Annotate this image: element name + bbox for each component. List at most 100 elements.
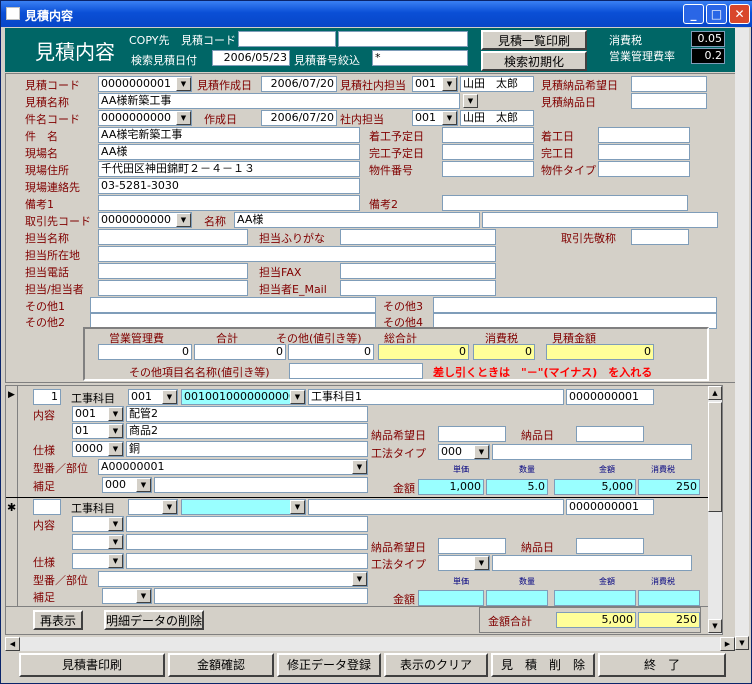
new-work-code-dropdown[interactable]: ▼ <box>162 500 177 514</box>
estimate-code-dropdown[interactable]: ▼ <box>176 77 191 91</box>
new-supp-text-field[interactable] <box>154 588 368 604</box>
other3-field[interactable] <box>433 297 717 313</box>
clear-display-button[interactable]: 表示のクリア <box>384 653 488 677</box>
estimate-name-field[interactable]: AA様新築工事 <box>98 93 460 109</box>
work-full-code-field[interactable]: 0010010000000000 <box>181 389 306 405</box>
row-number-field[interactable]: 1 <box>33 389 61 405</box>
property-type-field[interactable] <box>598 161 690 177</box>
person-tel-field[interactable] <box>98 263 248 279</box>
spec-name-field[interactable]: 銅 <box>126 441 368 457</box>
new-work-full-dropdown[interactable]: ▼ <box>290 500 305 514</box>
wish-date-field[interactable] <box>438 426 506 442</box>
sub-name-field[interactable]: 商品2 <box>126 423 368 439</box>
person-mail-field[interactable] <box>340 280 496 296</box>
person-addr-field[interactable] <box>98 246 496 262</box>
work-right-code-field[interactable]: 0000000001 <box>566 389 654 405</box>
redisplay-button[interactable]: 再表示 <box>33 610 83 630</box>
row-tax-field[interactable]: 250 <box>638 479 700 495</box>
delivery-wish-field[interactable] <box>631 76 707 92</box>
client-code-dropdown[interactable]: ▼ <box>176 213 191 227</box>
other1-field[interactable] <box>90 297 376 313</box>
main-scroll-down-icon[interactable]: ▼ <box>735 636 749 650</box>
total-field[interactable]: 0 <box>194 344 286 360</box>
save-changes-button[interactable]: 修正データ登録 <box>277 653 381 677</box>
method-dropdown[interactable]: ▼ <box>474 445 489 459</box>
delivery-field[interactable] <box>631 93 707 109</box>
model-dropdown[interactable]: ▼ <box>352 460 367 474</box>
copy-name-field[interactable] <box>338 31 468 47</box>
search-date-field[interactable]: 2006/05/23 <box>212 50 290 66</box>
client-name-extra-field[interactable] <box>482 212 718 228</box>
exit-button[interactable]: 終 了 <box>598 653 726 677</box>
client-honor-field[interactable] <box>631 229 689 245</box>
record-selector-1[interactable]: ▶ <box>6 386 18 497</box>
item-name-field[interactable]: AA様宅新築工事 <box>98 127 360 143</box>
work-name-field[interactable]: 工事科目1 <box>308 389 564 405</box>
delete-estimate-button[interactable]: 見 積 削 除 <box>491 653 595 677</box>
supp-text-field[interactable] <box>154 477 368 493</box>
detail-vertical-scrollbar[interactable]: ▲ ▼ <box>708 386 722 634</box>
spec-code-dropdown[interactable]: ▼ <box>108 442 123 456</box>
new-qty-field[interactable] <box>486 590 548 606</box>
new-unit-price-field[interactable] <box>418 590 484 606</box>
finish-plan-field[interactable] <box>442 144 534 160</box>
site-name-field[interactable]: AA様 <box>98 144 360 160</box>
start-field[interactable] <box>598 127 690 143</box>
search-no-field[interactable]: * <box>372 50 468 66</box>
create-date2-field[interactable]: 2006/07/20 <box>261 110 337 126</box>
new-work-name-field[interactable] <box>308 499 564 515</box>
work-full-dropdown[interactable]: ▼ <box>290 390 305 404</box>
new-spec-dropdown[interactable]: ▼ <box>108 554 123 568</box>
amount-field[interactable]: 5,000 <box>554 479 636 495</box>
internal-staff-name[interactable]: 山田 太郎 <box>460 76 534 92</box>
main-vertical-scrollbar[interactable]: ▼ <box>735 28 749 650</box>
new-content-dropdown[interactable]: ▼ <box>108 517 123 531</box>
start-plan-field[interactable] <box>442 127 534 143</box>
new-sub-dropdown[interactable]: ▼ <box>108 535 123 549</box>
new-spec-name-field[interactable] <box>126 553 368 569</box>
new-method-name-field[interactable] <box>492 555 692 571</box>
scroll-left-icon[interactable]: ◀ <box>5 637 20 651</box>
est-amount-field[interactable]: 0 <box>546 344 654 360</box>
supp-dropdown[interactable]: ▼ <box>136 478 151 492</box>
content-name-field[interactable]: 配管2 <box>126 406 368 422</box>
copy-code-field[interactable] <box>238 31 336 47</box>
mgmt-cost-field[interactable]: 0 <box>98 344 192 360</box>
site-addr-field[interactable]: 千代田区神田錦町２－４－１３ <box>98 161 360 177</box>
grand-total-field[interactable]: 0 <box>378 344 469 360</box>
tax-rate-field[interactable]: 0.05 <box>691 31 725 47</box>
scroll-up-icon[interactable]: ▲ <box>708 386 722 400</box>
print-estimate-button[interactable]: 見積書印刷 <box>19 653 165 677</box>
unit-price-field[interactable]: 1,000 <box>418 479 484 495</box>
new-row-number-field[interactable] <box>33 499 61 515</box>
note2-field[interactable] <box>442 195 688 211</box>
horizontal-scrollbar[interactable]: ◀ ▶ <box>5 637 735 651</box>
delete-detail-button[interactable]: 明細データの削除 <box>104 610 204 630</box>
property-no-field[interactable] <box>442 161 534 177</box>
reset-search-button[interactable]: 検索初期化 <box>481 51 587 71</box>
total-tax-field[interactable]: 250 <box>638 612 700 628</box>
new-row-tax-field[interactable] <box>638 590 700 606</box>
work-code-dropdown[interactable]: ▼ <box>162 390 177 404</box>
new-method-dropdown[interactable]: ▼ <box>474 556 489 570</box>
total-amount-field[interactable]: 5,000 <box>556 612 636 628</box>
qty-field[interactable]: 5.0 <box>486 479 548 495</box>
minimize-button[interactable]: _ <box>683 4 704 24</box>
other-name-field[interactable] <box>289 363 423 379</box>
finish-field[interactable] <box>598 144 690 160</box>
new-model-dropdown[interactable]: ▼ <box>352 572 367 586</box>
sub-code-dropdown[interactable]: ▼ <box>108 424 123 438</box>
item-code-dropdown[interactable]: ▼ <box>176 111 191 125</box>
internal-staff-dropdown[interactable]: ▼ <box>442 77 457 91</box>
new-deliv-date-field[interactable] <box>576 538 644 554</box>
person-name-field[interactable] <box>98 229 248 245</box>
other-discount-field[interactable]: 0 <box>288 344 374 360</box>
person-kana-field[interactable] <box>340 229 496 245</box>
client-name-field[interactable]: AA様 <box>234 212 480 228</box>
close-button[interactable]: ✕ <box>729 4 750 24</box>
scroll-thumb[interactable] <box>708 402 722 512</box>
estimate-name-dropdown[interactable]: ▼ <box>463 94 478 108</box>
new-work-right-code-field[interactable]: 0000000001 <box>566 499 654 515</box>
maximize-button[interactable]: □ <box>706 4 727 24</box>
site-tel-field[interactable]: 03-5281-3030 <box>98 178 360 194</box>
